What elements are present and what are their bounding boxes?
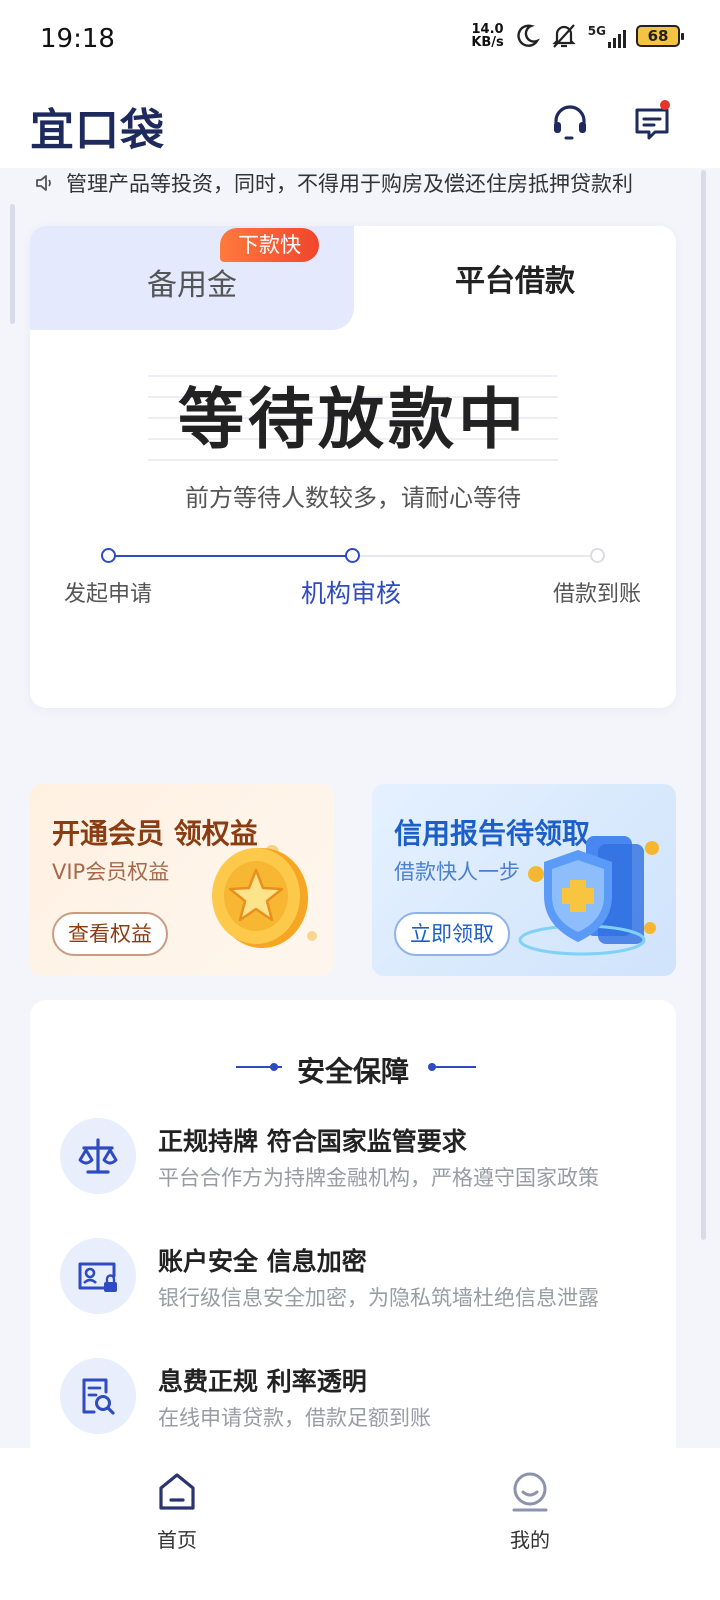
status-time: 19:18: [40, 24, 115, 54]
step-dot-review: [345, 548, 360, 563]
status-bar: 19:18 14.0 KB/s 5G 68: [0, 0, 720, 80]
signal-icon: 5G: [588, 24, 626, 48]
security-title: 安全保障: [296, 1055, 409, 1088]
security-item-transparency: 息费正规 利率透明 在线申请贷款，借款足额到账: [60, 1358, 660, 1438]
home-icon: [159, 1473, 195, 1510]
security-item-encryption: 账户安全 信息加密 银行级信息安全加密，为隐私筑墙杜绝信息泄露: [60, 1238, 660, 1318]
app-header: 宜口袋: [0, 80, 720, 168]
security-item-title: 账户安全 信息加密: [158, 1247, 367, 1276]
battery-icon: 68: [636, 25, 684, 47]
step-dot-apply: [101, 548, 116, 563]
loan-status-title: 等待放款中: [178, 381, 528, 458]
loan-status-card: 备用金 平台借款 等待放款中 前方等待人数较多，请耐心等待 发起申请 机构审核 …: [30, 226, 676, 708]
title-deco-right: [430, 1066, 476, 1068]
security-item-desc: 在线申请贷款，借款足额到账: [158, 1406, 431, 1430]
credit-promo-subtitle: 借款快人一步: [394, 860, 520, 884]
loan-status-subtitle: 前方等待人数较多，请耐心等待: [185, 484, 521, 512]
security-item-desc: 平台合作方为持牌金融机构，严格遵守国家政策: [158, 1166, 599, 1190]
step-dot-arrival: [590, 548, 605, 563]
notice-marquee[interactable]: 管理产品等投资，同时，不得用于购房及偿还住房抵押贷款利: [0, 168, 720, 198]
step-label-apply: 发起申请: [64, 582, 153, 607]
network-speed: 14.0 KB/s: [471, 22, 504, 50]
security-item-title: 息费正规 利率透明: [158, 1367, 367, 1396]
step-label-arrival: 借款到账: [553, 582, 642, 607]
progress-line-pending: [353, 555, 598, 557]
vip-promo-card[interactable]: 开通会员 领权益 VIP会员权益 查看权益: [30, 784, 334, 976]
credit-report-promo-card[interactable]: 信用报告待领取 借款快人一步 立即领取: [372, 784, 676, 976]
fast-loan-badge: 下款快: [220, 228, 319, 262]
view-benefits-button[interactable]: 查看权益: [52, 912, 168, 956]
blue-shield-icon: [518, 836, 659, 956]
security-card: 安全保障 正规持牌 符合国家监管要求 平台合作方为持牌金融机构，严格遵守国家政策…: [30, 1000, 676, 1460]
gold-star-coin-icon: [212, 845, 317, 948]
app-logo: 宜口袋: [30, 105, 165, 156]
moon-icon: [517, 24, 540, 47]
nav-profile[interactable]: 我的: [470, 1470, 590, 1553]
nav-home-label: 首页: [157, 1528, 197, 1552]
scrollbar[interactable]: [701, 170, 706, 1240]
speaker-icon: [36, 175, 51, 191]
document-search-icon: [60, 1358, 136, 1434]
security-item-title: 正规持牌 符合国家监管要求: [158, 1127, 467, 1156]
headset-icon[interactable]: [550, 102, 590, 142]
status-icons: 14.0 KB/s 5G 68: [471, 22, 684, 50]
nav-home[interactable]: 首页: [117, 1470, 237, 1553]
vip-promo-subtitle: VIP会员权益: [52, 860, 170, 884]
notice-text: 管理产品等投资，同时，不得用于购房及偿还住房抵押贷款利: [66, 172, 633, 196]
bottom-navigation: 首页 我的: [0, 1448, 720, 1600]
tab-platform-loan[interactable]: 平台借款: [354, 226, 676, 330]
security-item-desc: 银行级信息安全加密，为隐私筑墙杜绝信息泄露: [158, 1286, 599, 1310]
left-scroll-indicator: [10, 204, 15, 324]
id-card-lock-icon: [60, 1238, 136, 1314]
claim-now-button[interactable]: 立即领取: [394, 912, 510, 956]
step-label-review: 机构审核: [301, 579, 402, 608]
security-item-license: 正规持牌 符合国家监管要求 平台合作方为持牌金融机构，严格遵守国家政策: [60, 1118, 660, 1198]
nav-profile-label: 我的: [510, 1528, 550, 1552]
profile-icon: [512, 1472, 548, 1512]
unread-dot: [660, 100, 670, 110]
progress-line-done: [108, 555, 353, 557]
scale-icon: [60, 1118, 136, 1194]
bell-muted-icon: [552, 24, 576, 48]
